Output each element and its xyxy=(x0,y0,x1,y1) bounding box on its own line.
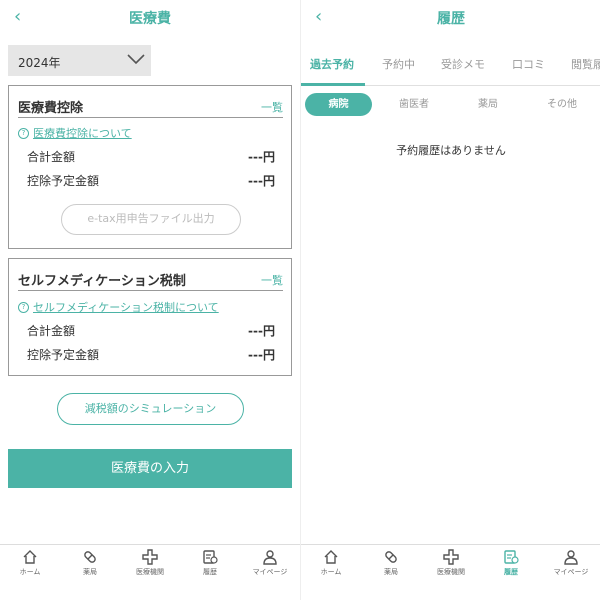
planned-deduction-label: 控除予定金額 xyxy=(27,348,100,362)
tab-visit-memo[interactable]: 受診メモ xyxy=(441,56,485,72)
home-icon xyxy=(23,550,37,564)
bottom-tab-bar: ホーム 薬局 医療機関 履歴 マイページ xyxy=(301,544,600,582)
tab-label: 履歴 xyxy=(203,568,217,576)
tab-medical-institution[interactable]: 医療機関 xyxy=(120,545,180,582)
tab-label: マイページ xyxy=(553,568,589,576)
tab-pharmacy[interactable]: 薬局 xyxy=(361,545,421,582)
card-title: セルフメディケーション税制 xyxy=(18,274,186,289)
tab-mypage[interactable]: マイページ xyxy=(240,545,300,582)
tab-browsing-history[interactable]: 閲覧履 xyxy=(571,56,600,72)
active-tab-indicator xyxy=(301,83,365,86)
card-title: 医療費控除 xyxy=(18,101,84,116)
tab-label: 医療機関 xyxy=(136,568,164,576)
card-header: 医療費控除 一覧 xyxy=(18,94,283,118)
tab-history[interactable]: 履歴 xyxy=(180,545,240,582)
medical-expenses-screen: ‹ 医療費 2024年 医療費控除 一覧 ? 医療費控除について 合計金額 --… xyxy=(0,0,300,600)
tab-home[interactable]: ホーム xyxy=(301,545,361,582)
history-icon xyxy=(203,550,218,564)
tab-home[interactable]: ホーム xyxy=(0,545,60,582)
tab-label: ホーム xyxy=(19,568,41,576)
info-row[interactable]: ? セルフメディケーション税制について xyxy=(18,299,219,315)
chip-pharmacy[interactable]: 薬局 xyxy=(457,93,519,116)
info-row[interactable]: ? 医療費控除について xyxy=(18,125,132,141)
tab-past-reservations[interactable]: 過去予約 xyxy=(310,56,354,72)
tab-medical-institution[interactable]: 医療機関 xyxy=(421,545,481,582)
planned-deduction-value: ---円 xyxy=(248,174,275,188)
tab-pharmacy[interactable]: 薬局 xyxy=(60,545,120,582)
chip-other[interactable]: その他 xyxy=(531,93,593,116)
list-link[interactable]: 一覧 xyxy=(261,99,283,115)
history-icon xyxy=(504,550,519,564)
tab-mypage[interactable]: マイページ xyxy=(541,545,600,582)
medical-cross-icon xyxy=(142,549,158,565)
question-icon: ? xyxy=(18,127,29,139)
chip-hospital[interactable]: 病院 xyxy=(305,93,372,116)
year-select[interactable]: 2024年 xyxy=(8,45,151,76)
tab-label: 医療機関 xyxy=(437,568,465,576)
medical-deduction-card: 医療費控除 一覧 ? 医療費控除について 合計金額 ---円 控除予定金額 --… xyxy=(8,85,292,249)
tax-simulation-button[interactable]: 減税額のシミュレーション xyxy=(57,393,244,425)
enter-expenses-button[interactable]: 医療費の入力 xyxy=(8,449,292,488)
chip-dentist[interactable]: 歯医者 xyxy=(383,93,445,116)
about-self-medication-link[interactable]: セルフメディケーション税制について xyxy=(33,299,219,315)
self-medication-card: セルフメディケーション税制 一覧 ? セルフメディケーション税制について 合計金… xyxy=(8,258,292,376)
tab-history[interactable]: 履歴 xyxy=(481,545,541,582)
bottom-tab-bar: ホーム 薬局 医療機関 履歴 マイページ xyxy=(0,544,300,582)
total-amount-label: 合計金額 xyxy=(27,150,76,164)
tab-reviews[interactable]: 口コミ xyxy=(512,56,545,72)
tab-label: 薬局 xyxy=(83,568,97,576)
planned-deduction-value: ---円 xyxy=(248,348,275,362)
tab-upcoming-reservations[interactable]: 予約中 xyxy=(382,56,415,72)
medical-cross-icon xyxy=(443,549,459,565)
etax-export-button[interactable]: e-tax用申告ファイル出力 xyxy=(61,204,241,235)
pill-icon xyxy=(385,551,397,563)
card-header: セルフメディケーション税制 一覧 xyxy=(18,267,283,291)
home-icon xyxy=(324,550,338,564)
question-icon: ? xyxy=(18,301,29,313)
about-deduction-link[interactable]: 医療費控除について xyxy=(33,125,132,141)
empty-message: 予約履歴はありません xyxy=(396,144,506,157)
user-icon xyxy=(564,550,578,565)
history-tabs: 過去予約 予約中 受診メモ 口コミ 閲覧履 xyxy=(301,46,600,86)
header: ‹ 履歴 xyxy=(301,0,600,36)
history-screen: ‹ 履歴 過去予約 予約中 受診メモ 口コミ 閲覧履 病院 歯医者 薬局 その他… xyxy=(300,0,600,600)
page-title: 医療費 xyxy=(129,11,171,27)
user-icon xyxy=(263,550,277,565)
planned-deduction-label: 控除予定金額 xyxy=(27,174,100,188)
total-amount-label: 合計金額 xyxy=(27,324,76,338)
header: ‹ 医療費 xyxy=(0,0,300,36)
page-title: 履歴 xyxy=(437,11,465,27)
list-link[interactable]: 一覧 xyxy=(261,272,283,288)
tab-label: 履歴 xyxy=(504,568,518,576)
pill-icon xyxy=(84,551,96,563)
tab-label: ホーム xyxy=(320,568,342,576)
total-amount-value: ---円 xyxy=(248,150,275,164)
total-amount-value: ---円 xyxy=(248,324,275,338)
year-select-value: 2024年 xyxy=(18,56,61,70)
chevron-down-icon xyxy=(127,54,145,65)
tab-label: マイページ xyxy=(252,568,288,576)
tab-label: 薬局 xyxy=(384,568,398,576)
